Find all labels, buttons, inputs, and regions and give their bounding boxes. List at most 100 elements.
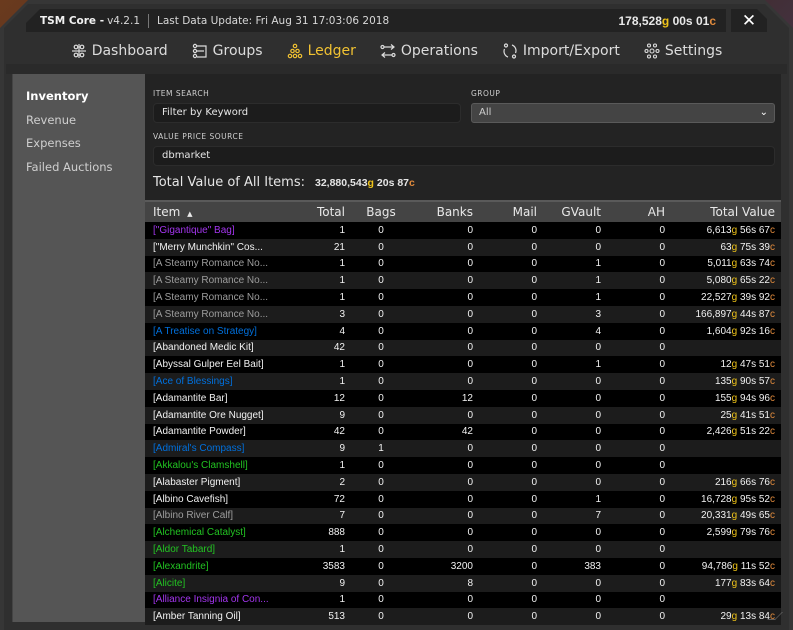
sidebar-item-expenses[interactable]: Expenses: [13, 135, 145, 159]
cell-mail: 0: [531, 241, 537, 253]
nav-divider: [6, 64, 787, 74]
silver-unit: s: [751, 493, 757, 505]
table-row[interactable]: [Albino Cavefish] 72 0 0 0 1 0 16,728g 95s 52c: [145, 490, 781, 508]
nav-tab-groups[interactable]: Groups: [192, 38, 263, 64]
item-name[interactable]: [Alexandrite]: [145, 558, 285, 575]
item-name[interactable]: [A Steamy Romance No...: [145, 306, 285, 323]
table-row[interactable]: [A Steamy Romance No... 1 0 0 0 1 0 22,527g 39s…: [145, 289, 781, 306]
item-name[interactable]: [Albino River Calf]: [145, 508, 285, 525]
cell-banks: 42: [461, 426, 473, 438]
cell-ah: 0: [659, 426, 665, 438]
item-name[interactable]: [Abyssal Gulper Eel Bait]: [145, 356, 285, 373]
item-name[interactable]: [Alicite]: [145, 575, 285, 592]
copper-unit: c: [770, 258, 775, 270]
table-row[interactable]: [Amber Tanning Oil] 513 0 0 0 0 0 29g 13s 84c: [145, 608, 781, 626]
column-header-mail[interactable]: Mail: [477, 202, 541, 222]
nav-tab-operations[interactable]: Operations: [380, 38, 478, 64]
table-row[interactable]: [Aldor Tabard] 1 0 0 0 0 0: [145, 541, 781, 558]
settings-icon: [644, 43, 660, 59]
column-header-item[interactable]: Item ▲: [145, 202, 285, 222]
column-header-total-value[interactable]: Total Value: [669, 202, 781, 222]
item-name[interactable]: [Alabaster Pigment]: [145, 474, 285, 491]
table-row[interactable]: [A Steamy Romance No... 1 0 0 0 1 0 5,080g 65s …: [145, 272, 781, 290]
silver-unit: s: [751, 308, 757, 320]
table-row[interactable]: [Alabaster Pigment] 2 0 0 0 0 0 216g 66s 76c: [145, 473, 781, 491]
item-name[interactable]: [A Steamy Romance No...: [145, 289, 285, 306]
cell-bags: 0: [378, 275, 384, 287]
app-name: TSM Core -: [40, 14, 105, 27]
sidebar-item-failed-auctions[interactable]: Failed Auctions: [13, 159, 145, 183]
nav-tab-ledger[interactable]: Ledger: [287, 38, 356, 64]
cell-bags: 0: [378, 560, 384, 572]
table-row[interactable]: [A Steamy Romance No... 3 0 0 0 3 0 166,897g 44…: [145, 305, 781, 323]
nav-tab-import-export[interactable]: Import/Export: [502, 38, 620, 64]
gold-amount: 216: [714, 476, 732, 488]
table-row[interactable]: [Admiral's Compass] 9 1 0 0 0 0: [145, 440, 781, 458]
cell-ah: 0: [659, 493, 665, 505]
table-row[interactable]: [Adamantite Ore Nugget] 9 0 0 0 0 0 25g 41s 51c: [145, 406, 781, 424]
cell-total: 1: [339, 359, 345, 371]
price-source-input[interactable]: dbmarket: [153, 146, 775, 166]
item-name[interactable]: [Adamantite Powder]: [145, 424, 285, 441]
table-row[interactable]: [Adamantite Powder] 42 0 42 0 0 0 2,426g 51s 22…: [145, 423, 781, 441]
cell-total-value: 94,786g 11s 52c: [669, 558, 781, 575]
cell-total-value: 29g 13s 84c: [669, 608, 781, 625]
item-name[interactable]: [Adamantite Ore Nugget]: [145, 407, 285, 424]
item-name[interactable]: [Akkalou's Clamshell]: [145, 457, 285, 474]
column-header-gvault[interactable]: GVault: [541, 202, 605, 222]
cell-total-value: 2,426g 51s 22c: [669, 424, 781, 441]
table-row[interactable]: [Alexandrite] 3583 0 3200 0 383 0 94,786g 11s 5…: [145, 557, 781, 575]
item-search-input[interactable]: Filter by Keyword: [153, 103, 461, 123]
cell-ah: 0: [659, 392, 665, 404]
column-header-banks[interactable]: Banks: [413, 202, 477, 222]
table-row[interactable]: ["Merry Munchkin" Cos... 21 0 0 0 0 0 63g 75s 3…: [145, 238, 781, 256]
item-name[interactable]: [Albino Cavefish]: [145, 491, 285, 508]
gold-unit: g: [661, 13, 670, 28]
copper-amount: 52: [758, 560, 770, 572]
table-row[interactable]: [Alicite] 9 0 8 0 0 0 177g 83s 64c: [145, 574, 781, 592]
sidebar-item-revenue[interactable]: Revenue: [13, 112, 145, 136]
table-row[interactable]: [Alliance Insignia of Con... 1 0 0 0 0 0: [145, 591, 781, 609]
item-name[interactable]: [Alliance Insignia of Con...: [145, 592, 285, 609]
item-name[interactable]: [Adamantite Bar]: [145, 390, 285, 407]
cell-gvault: 3: [595, 308, 601, 320]
column-header-ah[interactable]: AH: [605, 202, 669, 222]
table-row[interactable]: [Adamantite Bar] 12 0 12 0 0 0 155g 94s 96c: [145, 389, 781, 407]
table-row[interactable]: [Abandoned Medic Kit] 42 0 0 0 0 0: [145, 339, 781, 357]
gold-unit: g: [731, 325, 738, 337]
item-name[interactable]: [Amber Tanning Oil]: [145, 608, 285, 625]
table-row[interactable]: [Albino River Calf] 7 0 0 0 7 0 20,331g 49s 65c: [145, 507, 781, 525]
table-row[interactable]: [Abyssal Gulper Eel Bait] 1 0 0 0 1 0 12g 47s 5…: [145, 356, 781, 374]
item-name[interactable]: [A Steamy Romance No...: [145, 272, 285, 289]
item-name[interactable]: [A Steamy Romance No...: [145, 256, 285, 273]
column-header-total[interactable]: Total: [285, 202, 349, 222]
table-row[interactable]: [A Steamy Romance No... 1 0 0 0 1 0 5,011g 63s …: [145, 255, 781, 273]
cell-bags: 0: [378, 325, 384, 337]
item-name[interactable]: [A Treatise on Strategy]: [145, 323, 285, 340]
item-name[interactable]: ["Merry Munchkin" Cos...: [145, 239, 285, 256]
sidebar-item-inventory[interactable]: Inventory: [13, 88, 145, 112]
sort-ascending-icon: ▲: [187, 210, 193, 218]
cell-total: 3: [339, 308, 345, 320]
table-row[interactable]: [Alchemical Catalyst] 888 0 0 0 0 0 2,599g 79s …: [145, 524, 781, 542]
silver-unit: s: [751, 376, 757, 388]
table-row[interactable]: [Ace of Blessings] 1 0 0 0 0 0 135g 90s 57c: [145, 373, 781, 390]
cell-mail: 0: [531, 594, 537, 606]
table-row[interactable]: [A Treatise on Strategy] 4 0 0 0 4 0 1,604g 92s…: [145, 322, 781, 340]
title-bar[interactable]: TSM Core - v4.2.1 Last Data Update: Fri …: [26, 9, 726, 32]
ledger-sidebar: Inventory Revenue Expenses Failed Auctions: [12, 74, 145, 622]
item-name[interactable]: [Abandoned Medic Kit]: [145, 340, 285, 357]
table-row[interactable]: ["Gigantique" Bag] 1 0 0 0 0 0 6,613g 56s 67c: [145, 222, 781, 239]
table-row[interactable]: [Akkalou's Clamshell] 1 0 0 0 0 0: [145, 457, 781, 474]
item-name[interactable]: [Aldor Tabard]: [145, 541, 285, 558]
item-name[interactable]: [Ace of Blessings]: [145, 373, 285, 390]
item-name[interactable]: [Alchemical Catalyst]: [145, 524, 285, 541]
gold-amount: 94,786: [701, 560, 733, 572]
gold-unit: g: [731, 392, 738, 404]
column-header-bags[interactable]: Bags: [349, 202, 413, 222]
item-name[interactable]: [Admiral's Compass]: [145, 440, 285, 457]
nav-tab-settings[interactable]: Settings: [644, 38, 722, 64]
group-select[interactable]: All ⌄: [471, 103, 775, 123]
item-name[interactable]: ["Gigantique" Bag]: [145, 222, 285, 239]
nav-tab-dashboard[interactable]: Dashboard: [71, 38, 168, 64]
